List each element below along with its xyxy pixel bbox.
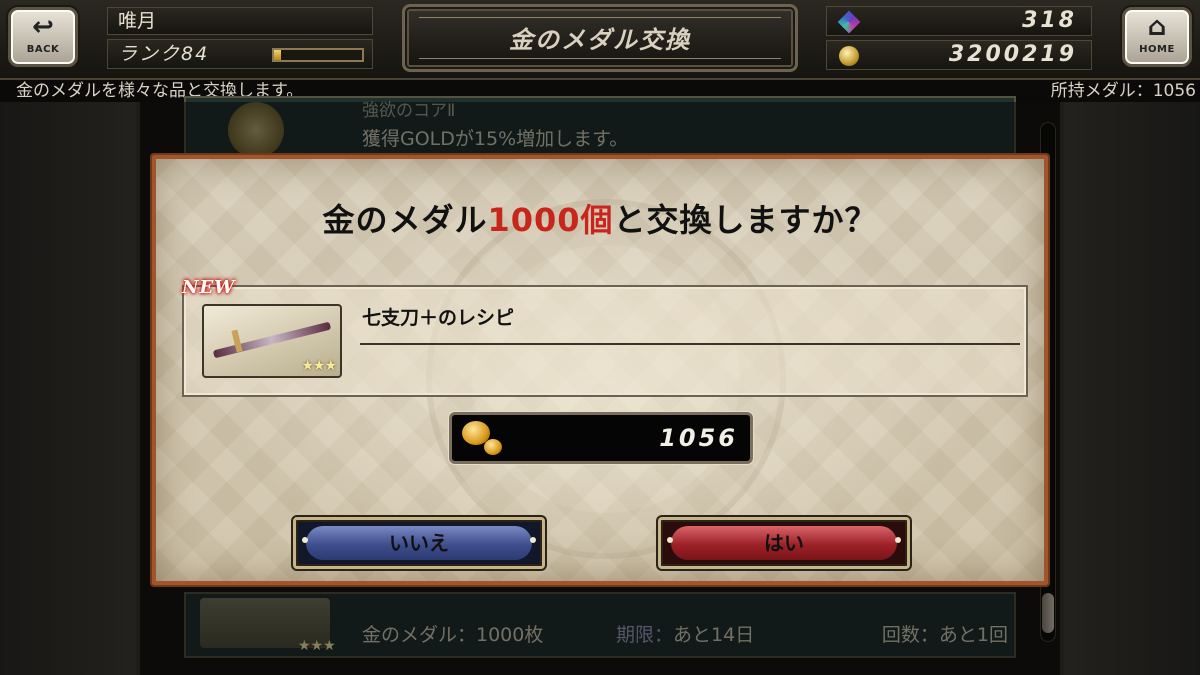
button-dot-icon	[302, 537, 308, 543]
rarity-stars: ★★★	[301, 358, 337, 374]
confirm-question: 金のメダル1000個と交換しますか？	[156, 195, 1044, 241]
button-dot-icon	[530, 537, 536, 543]
no-button[interactable]: いいえ	[293, 517, 545, 569]
yes-button-label: はい	[671, 526, 897, 560]
rank-label: ランク84	[118, 43, 210, 65]
rank-progress-fill	[274, 50, 282, 60]
exchange-confirm-dialog: 金のメダル1000個と交換しますか？ ★★★ 七支刀＋のレシピ NEW 1056…	[152, 155, 1048, 585]
question-suffix: と交換しますか？	[613, 201, 878, 239]
home-icon: ⌂	[1147, 12, 1167, 42]
medal-balance-value: 1056	[659, 424, 738, 452]
recipe-scroll-icon: ★★★	[202, 304, 342, 378]
item-name: 七支刀＋のレシピ	[362, 307, 515, 329]
top-header: ↩ BACK 唯月 ランク84 金のメダル交換 318 3200219 ⌂ HO…	[0, 0, 1200, 80]
gold-counter: 3200219	[826, 40, 1092, 70]
question-highlight: 1000個	[487, 201, 614, 239]
button-dot-icon	[895, 537, 901, 543]
back-arrow-icon: ↩	[32, 12, 54, 42]
yes-button[interactable]: はい	[658, 517, 910, 569]
back-button-label: BACK	[26, 44, 60, 55]
gem-icon	[837, 10, 861, 34]
sword-icon	[212, 321, 332, 359]
owned-medals: 所持メダル：1056	[1050, 81, 1196, 101]
question-prefix: 金のメダル	[322, 201, 488, 239]
rank-plate: ランク84	[107, 39, 373, 69]
gold-coin-icon	[839, 46, 859, 66]
item-divider	[360, 343, 1020, 345]
exchange-item-row: ★★★ 七支刀＋のレシピ	[182, 285, 1028, 397]
gold-medal-icon	[462, 421, 504, 459]
back-button[interactable]: ↩ BACK	[8, 7, 78, 67]
no-button-label: いいえ	[306, 526, 532, 560]
screen-title: 金のメダル交換	[419, 17, 781, 59]
gems-value: 318	[1022, 8, 1077, 33]
gold-value: 3200219	[948, 42, 1077, 67]
medal-balance: 1056	[449, 412, 753, 464]
new-badge: NEW	[182, 277, 236, 298]
screen-title-plate: 金のメダル交換	[402, 4, 798, 72]
button-dot-icon	[667, 537, 673, 543]
gems-counter: 318	[826, 6, 1092, 36]
home-button-label: HOME	[1139, 44, 1175, 55]
rank-progress-bar	[272, 48, 364, 62]
player-name: 唯月	[107, 7, 373, 35]
home-button[interactable]: ⌂ HOME	[1122, 7, 1192, 67]
